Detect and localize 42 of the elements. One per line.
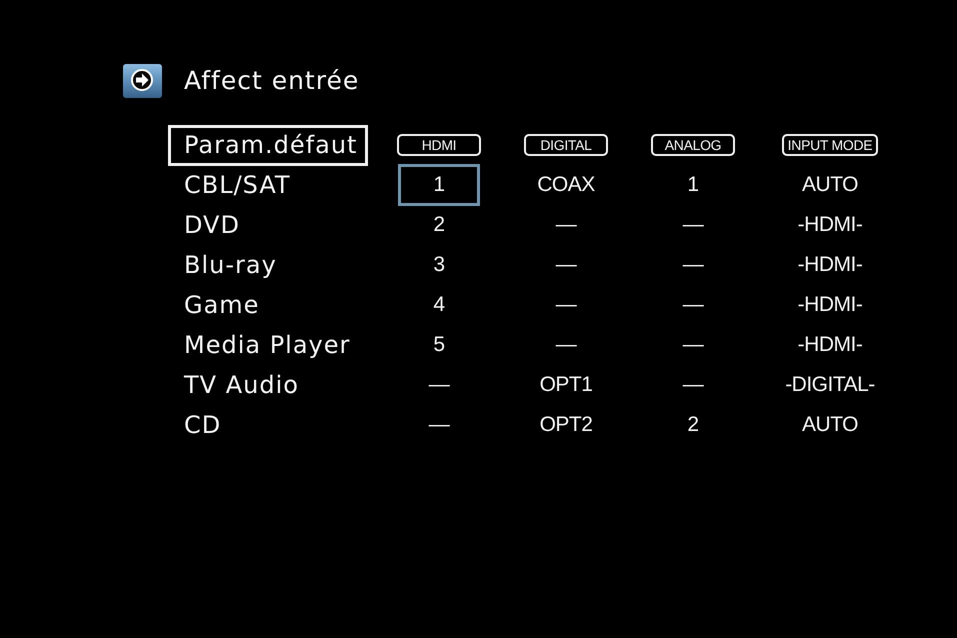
table-cell[interactable]: COAX <box>525 164 607 206</box>
table-cell[interactable]: — <box>652 244 734 286</box>
default-settings-button[interactable]: Param.défaut <box>168 124 368 166</box>
table-cell[interactable]: 3 <box>398 244 480 286</box>
source-label: CD <box>184 410 222 440</box>
table-cell[interactable]: — <box>525 204 607 246</box>
table-cell[interactable]: — <box>525 284 607 326</box>
table-cell[interactable]: 5 <box>398 324 480 366</box>
table-cell[interactable]: OPT1 <box>525 364 607 406</box>
table-cell[interactable]: 4 <box>398 284 480 326</box>
table-cell[interactable]: -HDMI- <box>789 204 871 246</box>
table-cell[interactable]: AUTO <box>789 404 871 446</box>
table-cell[interactable]: — <box>652 324 734 366</box>
column-header: ANALOG <box>651 134 735 156</box>
source-label: CBL/SAT <box>184 170 291 200</box>
table-cell[interactable]: 2 <box>652 404 734 446</box>
arrow-right-icon <box>123 64 162 98</box>
column-header: HDMI <box>397 134 481 156</box>
table-cell[interactable]: -HDMI- <box>789 284 871 326</box>
table-cell[interactable]: 1 <box>398 164 480 206</box>
source-label: DVD <box>184 210 240 240</box>
table-cell[interactable]: — <box>398 404 480 446</box>
table-cell[interactable]: — <box>652 364 734 406</box>
source-label: TV Audio <box>184 370 299 400</box>
column-header: INPUT MODE <box>782 134 878 156</box>
table-cell[interactable]: — <box>652 204 734 246</box>
column-header: DIGITAL <box>524 134 608 156</box>
table-cell[interactable]: — <box>398 364 480 406</box>
table-cell[interactable]: OPT2 <box>525 404 607 446</box>
table-cell[interactable]: -HDMI- <box>789 244 871 286</box>
table-cell[interactable]: — <box>525 244 607 286</box>
table-cell[interactable]: 1 <box>652 164 734 206</box>
table-cell[interactable]: 2 <box>398 204 480 246</box>
table-cell[interactable]: -DIGITAL- <box>779 364 881 406</box>
table-cell[interactable]: AUTO <box>789 164 871 206</box>
source-label: Blu-ray <box>184 250 277 280</box>
table-cell[interactable]: — <box>652 284 734 326</box>
source-label: Game <box>184 290 260 320</box>
table-cell[interactable]: — <box>525 324 607 366</box>
screen-title: Affect entrée <box>184 65 360 97</box>
source-label: Media Player <box>184 330 350 360</box>
table-cell[interactable]: -HDMI- <box>789 324 871 366</box>
